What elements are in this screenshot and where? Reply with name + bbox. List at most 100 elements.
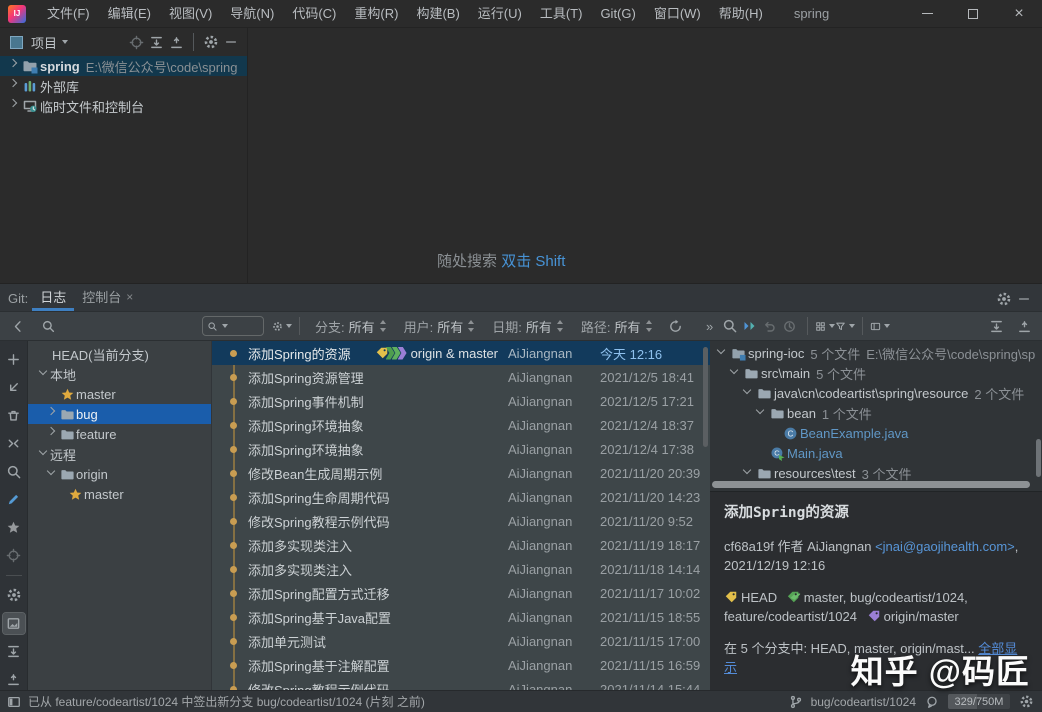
- branch-row[interactable]: origin: [28, 464, 211, 484]
- commit-row[interactable]: 添加Spring基于Java配置 AiJiangnan 2021/11/15 1…: [212, 605, 710, 629]
- find-icon[interactable]: [720, 316, 740, 336]
- tab-close-icon[interactable]: ×: [126, 291, 133, 303]
- changed-file-row[interactable]: bean 1 个文件: [710, 403, 1042, 423]
- menu-item[interactable]: 导航(N): [221, 0, 283, 27]
- compare-branches-icon[interactable]: [3, 433, 25, 454]
- branch-row[interactable]: 远程: [28, 444, 211, 464]
- changed-file-row[interactable]: spring-ioc 5 个文件 E:\微信公众号\code\spring\sp: [710, 343, 1042, 363]
- log-filter-input[interactable]: [202, 316, 264, 336]
- changed-file-row[interactable]: src\main 5 个文件: [710, 363, 1042, 383]
- commit-row[interactable]: 修改Spring教程示例代码 AiJiangnan 2021/11/20 9:5…: [212, 509, 710, 533]
- filter-settings-gear-icon[interactable]: [272, 316, 292, 336]
- project-view-selector[interactable]: 项目: [10, 33, 68, 52]
- menu-item[interactable]: 构建(B): [407, 0, 468, 27]
- branch-row[interactable]: bug: [28, 404, 211, 424]
- commit-row[interactable]: 添加多实现类注入 AiJiangnan 2021/11/19 18:17: [212, 533, 710, 557]
- commit-row[interactable]: 添加Spring事件机制 AiJiangnan 2021/12/5 17:21: [212, 389, 710, 413]
- changed-file-row[interactable]: C BeanExample.java: [710, 423, 1042, 443]
- tool-window-toggle-icon[interactable]: [6, 694, 22, 710]
- presentation-settings-icon[interactable]: [870, 316, 890, 336]
- branch-row[interactable]: 本地: [28, 364, 211, 384]
- author-email-link[interactable]: <jnai@gaojihealth.com>: [875, 539, 1015, 554]
- commit-row[interactable]: 添加单元测试 AiJiangnan 2021/11/15 17:00: [212, 629, 710, 653]
- log-filter[interactable]: 分支:所有: [315, 317, 388, 336]
- settings-gear-icon[interactable]: [1018, 692, 1034, 712]
- collapse-all-icon[interactable]: [3, 669, 25, 690]
- menu-item[interactable]: 运行(U): [469, 0, 531, 27]
- commit-row[interactable]: 添加Spring资源管理 AiJiangnan 2021/12/5 18:41: [212, 365, 710, 389]
- project-tree-item-scratches[interactable]: 临时文件和控制台: [0, 96, 247, 116]
- menu-item[interactable]: 代码(C): [283, 0, 345, 27]
- expand-all-icon[interactable]: [3, 641, 25, 662]
- commit-row[interactable]: 添加Spring基于注解配置 AiJiangnan 2021/11/15 16:…: [212, 653, 710, 677]
- locate-file-icon[interactable]: [126, 32, 146, 52]
- settings-gear-icon[interactable]: [994, 289, 1014, 309]
- favorite-star-icon[interactable]: [3, 517, 25, 538]
- branch-row[interactable]: master: [28, 384, 211, 404]
- back-icon[interactable]: [8, 316, 28, 336]
- window-minimize-button[interactable]: [904, 0, 950, 28]
- collapse-all-icon[interactable]: [166, 32, 186, 52]
- tab-log[interactable]: 日志: [32, 283, 74, 311]
- recent-history-icon[interactable]: [780, 316, 800, 336]
- hide-tool-window-icon[interactable]: [1014, 289, 1034, 309]
- navigate-target-icon[interactable]: [3, 545, 25, 566]
- preview-details-icon[interactable]: [3, 613, 25, 634]
- filter-funnel-icon[interactable]: [835, 316, 855, 336]
- branch-row[interactable]: feature: [28, 424, 211, 444]
- tab-console[interactable]: 控制台 ×: [74, 283, 141, 311]
- undo-icon[interactable]: [760, 316, 780, 336]
- menu-item[interactable]: Git(G): [591, 0, 644, 27]
- memory-indicator[interactable]: 329/750M: [948, 694, 1010, 709]
- menu-item[interactable]: 工具(T): [531, 0, 592, 27]
- expand-all-icon[interactable]: [986, 316, 1006, 336]
- changed-file-row[interactable]: C Main.java: [710, 443, 1042, 463]
- commit-date: 2021/12/4 17:38: [600, 442, 704, 457]
- commit-row[interactable]: 修改Spring教程示例代码 AiJiangnan 2021/11/14 15:…: [212, 677, 710, 690]
- commit-row[interactable]: 添加Spring环境抽象 AiJiangnan 2021/12/4 18:37: [212, 413, 710, 437]
- settings-gear-icon[interactable]: [3, 585, 25, 606]
- commit-row[interactable]: 添加Spring环境抽象 AiJiangnan 2021/12/4 17:38: [212, 437, 710, 461]
- menu-item[interactable]: 文件(F): [38, 0, 99, 27]
- expand-all-icon[interactable]: [146, 32, 166, 52]
- horizontal-scrollbar[interactable]: [712, 481, 1030, 488]
- commit-row[interactable]: 添加Spring配置方式迁移 AiJiangnan 2021/11/17 10:…: [212, 581, 710, 605]
- log-filter[interactable]: 日期:所有: [492, 317, 565, 336]
- notification-bubble-icon[interactable]: [924, 692, 940, 712]
- menu-item[interactable]: 窗口(W): [645, 0, 710, 27]
- search-icon[interactable]: [38, 316, 58, 336]
- log-filter[interactable]: 用户:所有: [404, 317, 477, 336]
- vertical-scrollbar[interactable]: [1036, 439, 1041, 477]
- menu-item[interactable]: 编辑(E): [99, 0, 160, 27]
- changed-file-row[interactable]: resources\test 3 个文件: [710, 463, 1042, 483]
- branch-row[interactable]: master: [28, 484, 211, 504]
- log-filter[interactable]: 路径:所有: [581, 317, 654, 336]
- commit-row[interactable]: 添加Spring生命周期代码 AiJiangnan 2021/11/20 14:…: [212, 485, 710, 509]
- settings-gear-icon[interactable]: [201, 32, 221, 52]
- edit-icon[interactable]: [3, 489, 25, 510]
- window-close-button[interactable]: ×: [996, 0, 1042, 28]
- chevrons-more-icon[interactable]: »: [700, 316, 720, 336]
- hide-panel-icon[interactable]: [221, 32, 241, 52]
- collapse-all-icon[interactable]: [1014, 316, 1034, 336]
- project-tree-item-spring[interactable]: spring E:\微信公众号\code\spring: [0, 56, 247, 76]
- menu-item[interactable]: 帮助(H): [710, 0, 772, 27]
- checkout-icon[interactable]: [3, 377, 25, 398]
- add-branch-icon[interactable]: [3, 349, 25, 370]
- changed-file-row[interactable]: java\cn\codeartist\spring\resource 2 个文件: [710, 383, 1042, 403]
- branch-row[interactable]: HEAD(当前分支): [28, 344, 211, 364]
- delete-icon[interactable]: [3, 405, 25, 426]
- project-tree-item-libraries[interactable]: 外部库: [0, 76, 247, 96]
- search-branch-icon[interactable]: [3, 461, 25, 482]
- commit-row[interactable]: 添加Spring的资源 origin & master AiJiangnan 今…: [212, 341, 710, 365]
- menu-item[interactable]: 视图(V): [160, 0, 221, 27]
- commit-row[interactable]: 修改Bean生成周期示例 AiJiangnan 2021/11/20 20:39: [212, 461, 710, 485]
- menu-item[interactable]: 重构(R): [345, 0, 407, 27]
- commit-list-scrollbar[interactable]: [703, 347, 708, 447]
- intelli-sort-icon[interactable]: [815, 316, 835, 336]
- window-maximize-button[interactable]: [950, 0, 996, 28]
- commit-row[interactable]: 添加多实现类注入 AiJiangnan 2021/11/18 14:14: [212, 557, 710, 581]
- refresh-icon[interactable]: [666, 316, 686, 336]
- current-branch-label[interactable]: bug/codeartist/1024: [811, 695, 916, 709]
- go-to-hash-icon[interactable]: [740, 316, 760, 336]
